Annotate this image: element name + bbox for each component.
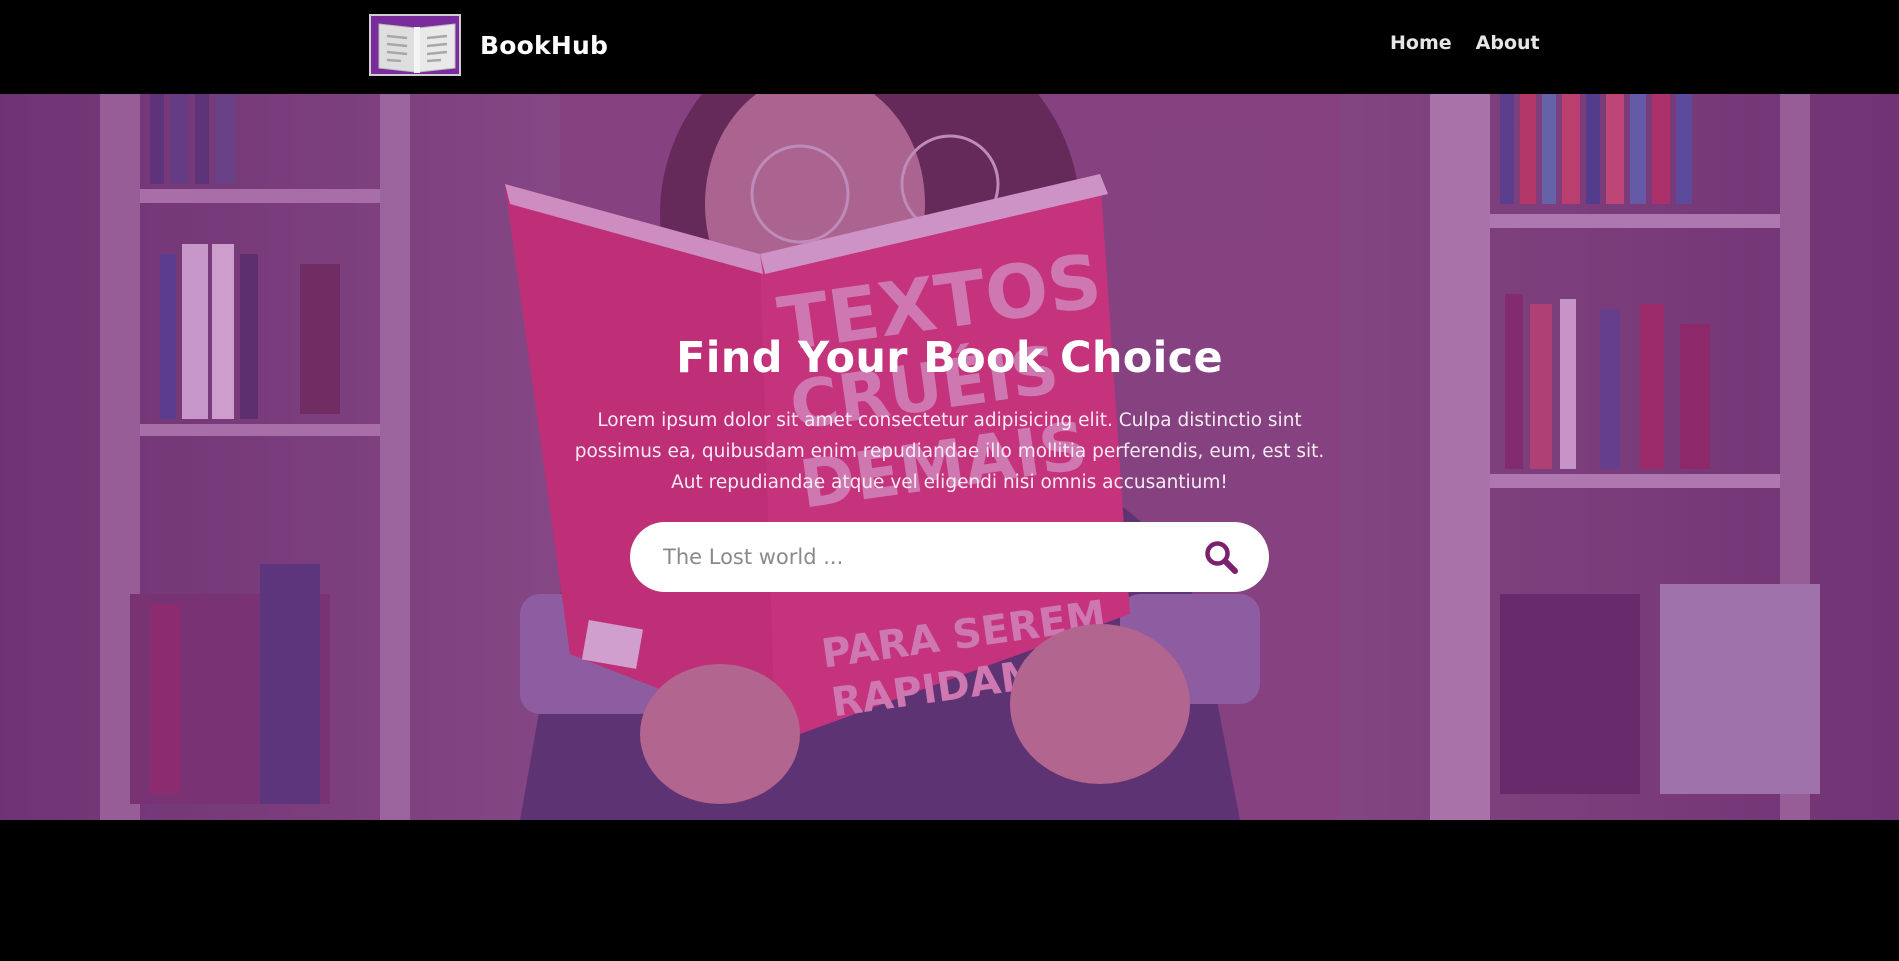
- nav-link-about[interactable]: About: [1476, 32, 1540, 54]
- navbar: BookHub Home About: [0, 0, 1899, 94]
- hero-section: TEXTOS CRUÉIS DEMAIS PARA SEREM RAPIDAME…: [0, 94, 1899, 820]
- brand-name: BookHub: [480, 30, 609, 60]
- brand[interactable]: BookHub: [369, 14, 608, 76]
- hero-description: Lorem ipsum dolor sit amet consectetur a…: [574, 410, 1325, 493]
- search-bar: [630, 522, 1269, 592]
- search-button[interactable]: [1201, 537, 1241, 577]
- page-bottom: [0, 820, 1899, 961]
- search-icon: [1205, 541, 1238, 574]
- book-logo-icon: [369, 14, 461, 76]
- hero-title: Find Your Book Choice: [676, 333, 1223, 383]
- search-input[interactable]: [663, 545, 1201, 569]
- nav-link-home[interactable]: Home: [1390, 32, 1452, 54]
- nav-links: Home About: [1390, 32, 1540, 54]
